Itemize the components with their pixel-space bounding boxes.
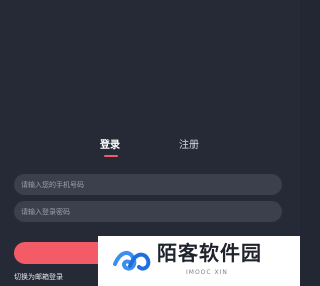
phone-field[interactable] xyxy=(14,174,282,195)
tab-login[interactable]: 登录 xyxy=(100,139,120,153)
login-screen: 登录 注册 切换为邮箱登录 陌客软件园 IMOOC XIN xyxy=(0,0,300,286)
watermark-overlay: 陌客软件园 IMOOC XIN xyxy=(98,236,300,286)
active-tab-indicator xyxy=(104,155,118,157)
switch-to-email-login-link[interactable]: 切换为邮箱登录 xyxy=(14,272,63,282)
tab-register[interactable]: 注册 xyxy=(179,139,199,153)
password-field[interactable] xyxy=(14,201,282,222)
phone-input[interactable] xyxy=(21,174,282,195)
watermark-subtitle: IMOOC XIN xyxy=(186,269,228,276)
wave-logo-icon xyxy=(113,251,151,271)
watermark-title: 陌客软件园 xyxy=(157,241,262,265)
password-input[interactable] xyxy=(21,201,282,222)
